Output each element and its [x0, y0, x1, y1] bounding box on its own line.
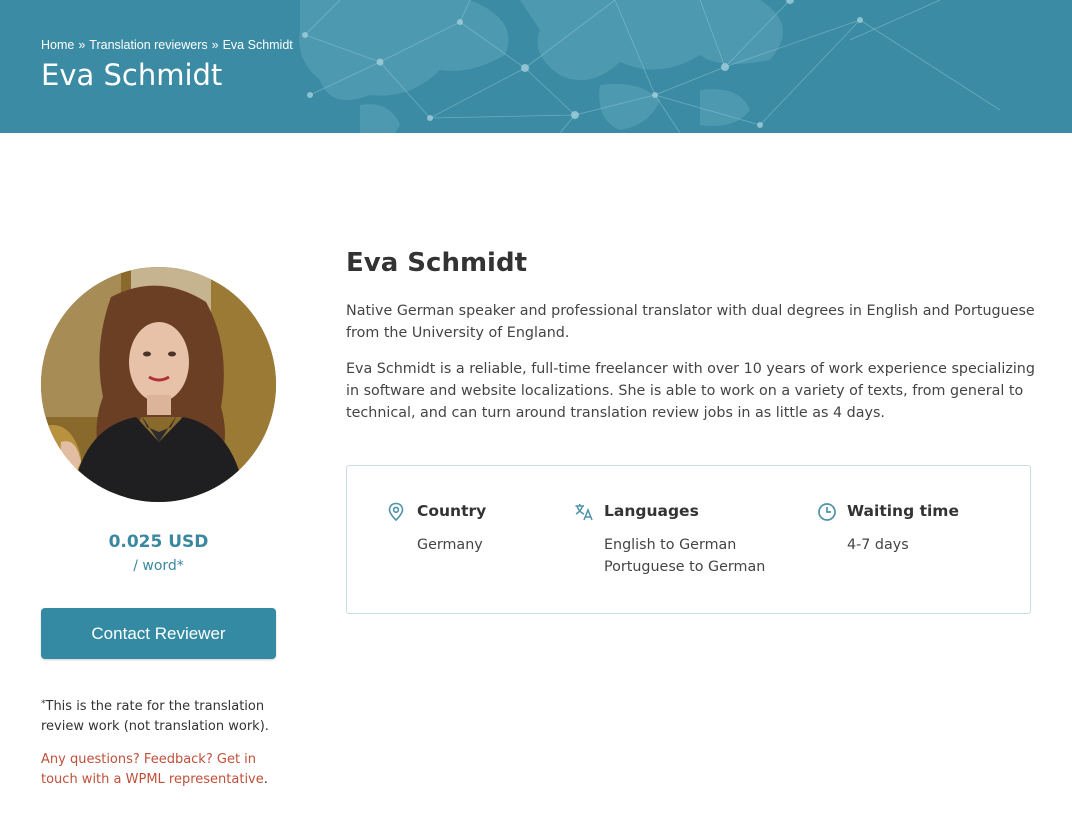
- waiting-time-label: Waiting time: [847, 502, 959, 520]
- price-amount: 0.025 USD: [108, 532, 209, 552]
- footnote-marker: *: [41, 699, 46, 709]
- footnote-text: This is the rate for the translation rev…: [41, 699, 269, 734]
- breadcrumb-home-link[interactable]: Home: [41, 38, 74, 52]
- waiting-time-value: 4-7 days: [847, 537, 909, 553]
- clock-icon: [817, 502, 837, 526]
- reviewer-name: Eva Schmidt: [346, 248, 527, 278]
- languages-label: Languages: [604, 502, 699, 520]
- reviewer-avatar: [41, 267, 276, 502]
- location-pin-icon: [387, 502, 405, 526]
- contact-wpml-representative-link[interactable]: Any questions? Feedback? Get in touch wi…: [41, 752, 264, 787]
- breadcrumb-current: Eva Schmidt: [222, 38, 293, 52]
- contact-reviewer-button[interactable]: Contact Reviewer: [41, 608, 276, 659]
- country-value: Germany: [417, 537, 483, 553]
- language-pair: Portuguese to German: [604, 559, 766, 575]
- page-title: Eva Schmidt: [41, 58, 223, 92]
- breadcrumb-separator: »: [78, 38, 86, 52]
- language-pair: English to German: [604, 537, 737, 553]
- reviewer-info-panel: Country Germany Languages English to Ger…: [346, 465, 1031, 614]
- breadcrumb-translation-reviewers-link[interactable]: Translation reviewers: [89, 38, 207, 52]
- reviewer-bio-intro: Native German speaker and professional t…: [346, 303, 1035, 341]
- questions-period: .: [263, 772, 268, 787]
- translate-icon: [574, 502, 594, 526]
- reviewer-bio-details: Eva Schmidt is a reliable, full-time fre…: [346, 361, 1035, 421]
- page-header-banner: Home» Translation reviewers» Eva Schmidt E…: [0, 0, 1072, 133]
- rate-footnote: *This is the rate for the translation re…: [41, 697, 281, 737]
- country-label: Country: [417, 502, 487, 520]
- breadcrumb-separator: »: [211, 38, 219, 52]
- breadcrumb: Home» Translation reviewers» Eva Schmidt: [41, 38, 293, 52]
- questions-note: Any questions? Feedback? Get in touch wi…: [41, 750, 281, 790]
- price-unit: / word*: [133, 558, 184, 574]
